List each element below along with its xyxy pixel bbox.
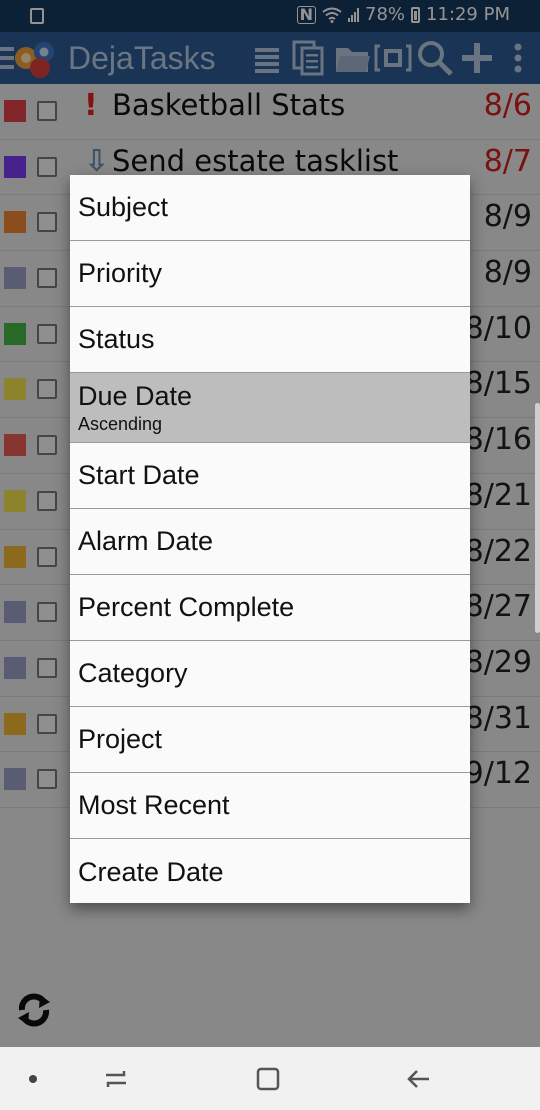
sort-menu: Subject Priority Status Due Date Ascending St… [70, 175, 470, 903]
sort-option-category[interactable]: Category [70, 641, 470, 707]
scrollbar-handle[interactable] [535, 403, 540, 633]
nav-dot-icon[interactable] [29, 1075, 37, 1083]
sort-option-percent-complete[interactable]: Percent Complete [70, 575, 470, 641]
sort-option-label: Create Date [78, 856, 224, 887]
sort-option-label: Start Date [78, 460, 200, 490]
sort-option-priority[interactable]: Priority [70, 241, 470, 307]
sort-option-label: Category [78, 658, 188, 688]
sort-option-subject[interactable]: Subject [70, 175, 470, 241]
sort-option-label: Status [78, 324, 155, 354]
sort-option-alarm-date[interactable]: Alarm Date [70, 509, 470, 575]
sort-option-label: Project [78, 724, 163, 754]
home-icon[interactable] [254, 1065, 282, 1093]
sort-option-status[interactable]: Status [70, 307, 470, 373]
back-icon[interactable] [405, 1065, 433, 1093]
sort-option-label: Most Recent [78, 790, 230, 820]
sort-option-label: Percent Complete [78, 592, 295, 622]
sort-option-label: Due Date [78, 381, 193, 411]
sort-option-most-recent[interactable]: Most Recent [70, 773, 470, 839]
sort-option-label: Alarm Date [78, 526, 214, 556]
sort-direction-label: Ascending [78, 414, 163, 434]
sort-option-start-date[interactable]: Start Date [70, 443, 470, 509]
recent-apps-icon[interactable] [102, 1065, 130, 1093]
sort-option-label: Subject [78, 192, 169, 222]
sort-option-label: Priority [78, 258, 163, 288]
sort-option-due-date[interactable]: Due Date Ascending [70, 373, 470, 443]
system-nav-bar [0, 1047, 540, 1110]
sort-option-create-date[interactable]: Create Date [70, 839, 470, 905]
sort-option-project[interactable]: Project [70, 707, 470, 773]
